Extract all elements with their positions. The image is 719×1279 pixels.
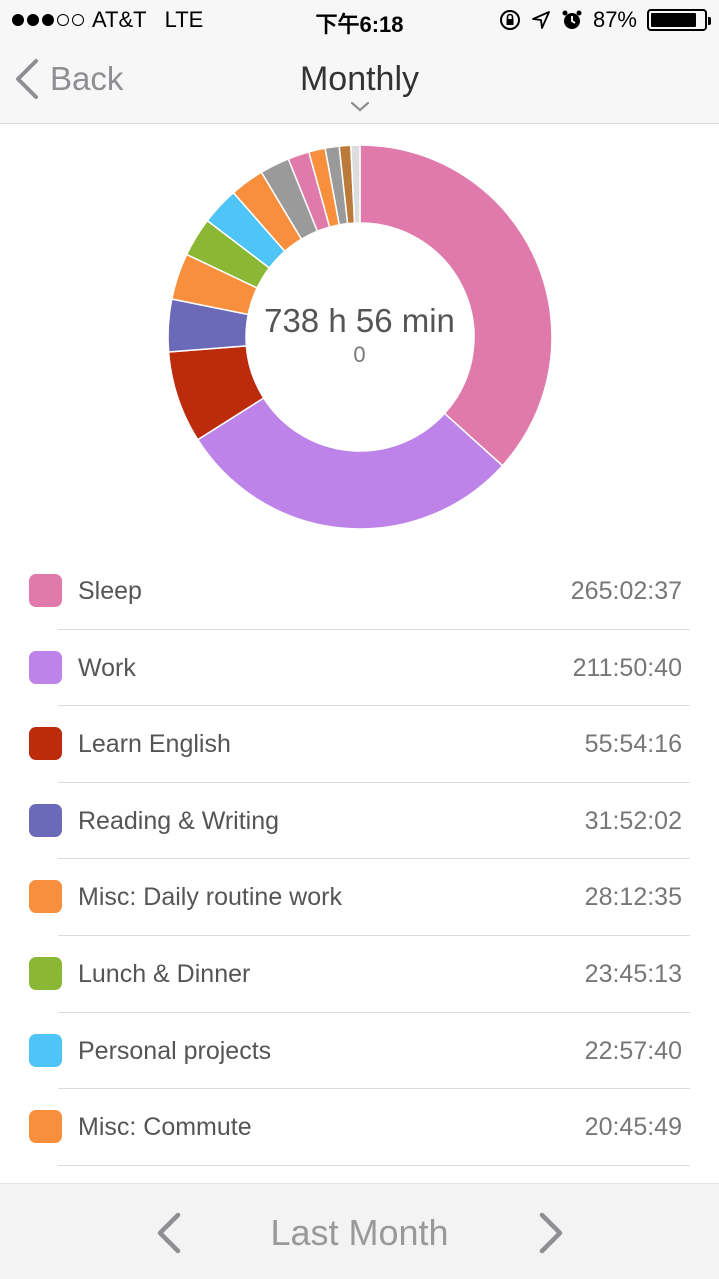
activity-duration: 265:02:37	[570, 577, 682, 605]
color-swatch	[29, 1110, 62, 1144]
total-time: 738 h 56 min	[264, 302, 455, 339]
battery-icon	[647, 9, 711, 31]
activity-label: Sleep	[78, 577, 142, 605]
activity-row[interactable]: Misc: Commute 20:45:49	[0, 1089, 719, 1166]
activity-row[interactable]: Work 211:50:40	[0, 630, 719, 707]
battery-fill	[651, 13, 697, 27]
alarm-clock-icon	[562, 10, 582, 29]
activity-row[interactable]: Learn English 55:54:16	[0, 706, 719, 783]
activity-row[interactable]: Lunch & Dinner 23:45:13	[0, 936, 719, 1013]
activity-label: Reading & Writing	[78, 806, 280, 835]
activity-label: Lunch & Dinner	[78, 959, 251, 988]
activity-duration: 22:57:40	[584, 1036, 682, 1065]
battery-percentage: 87%	[592, 7, 637, 32]
location-arrow-icon	[532, 11, 550, 29]
activity-duration: 28:12:35	[584, 883, 682, 912]
activity-label: Personal projects	[78, 1036, 272, 1065]
page-title[interactable]: Monthly	[0, 60, 719, 99]
color-swatch	[29, 803, 62, 837]
color-swatch	[29, 880, 62, 914]
activity-duration: 55:54:16	[584, 730, 682, 759]
activity-label: Misc: Daily routine work	[78, 883, 342, 912]
navigation-bar: Back Monthly	[0, 40, 719, 124]
color-swatch	[29, 727, 62, 761]
next-period-button[interactable]	[536, 1211, 568, 1255]
activity-row[interactable]: Personal projects 22:57:40	[0, 1013, 719, 1090]
activity-row[interactable]: Reading & Writing 31:52:02	[0, 783, 719, 860]
activity-label: Learn English	[78, 730, 231, 759]
donut-chart-area: 738 h 56 min 0	[0, 124, 719, 552]
activity-label: Work	[78, 653, 136, 682]
color-swatch	[29, 650, 62, 684]
activity-duration: 23:45:13	[584, 959, 682, 988]
activity-duration: 20:45:49	[584, 1113, 682, 1142]
color-swatch	[29, 1033, 62, 1067]
rotation-lock-icon	[499, 10, 520, 30]
chevron-down-icon[interactable]	[351, 102, 369, 112]
total-subtext: 0	[353, 342, 366, 367]
activity-row[interactable]: Sleep 265:02:37	[0, 553, 719, 630]
activity-label: Misc: Commute	[78, 1113, 252, 1142]
status-right: 87%	[499, 7, 711, 33]
color-swatch	[29, 574, 62, 607]
color-swatch	[29, 956, 62, 990]
status-bar: AT&T LTE 下午6:18 87%	[0, 0, 719, 40]
activity-duration: 31:52:02	[584, 806, 682, 835]
period-label: Last Month	[270, 1212, 449, 1253]
period-selector: Last Month	[0, 1183, 719, 1279]
activity-row[interactable]: Misc: Daily routine work 28:12:35	[0, 859, 719, 936]
row-divider	[58, 1164, 690, 1166]
activity-list: Sleep 265:02:37 Work 211:50:40 Learn Eng…	[0, 553, 719, 1166]
activity-duration: 211:50:40	[572, 653, 682, 682]
